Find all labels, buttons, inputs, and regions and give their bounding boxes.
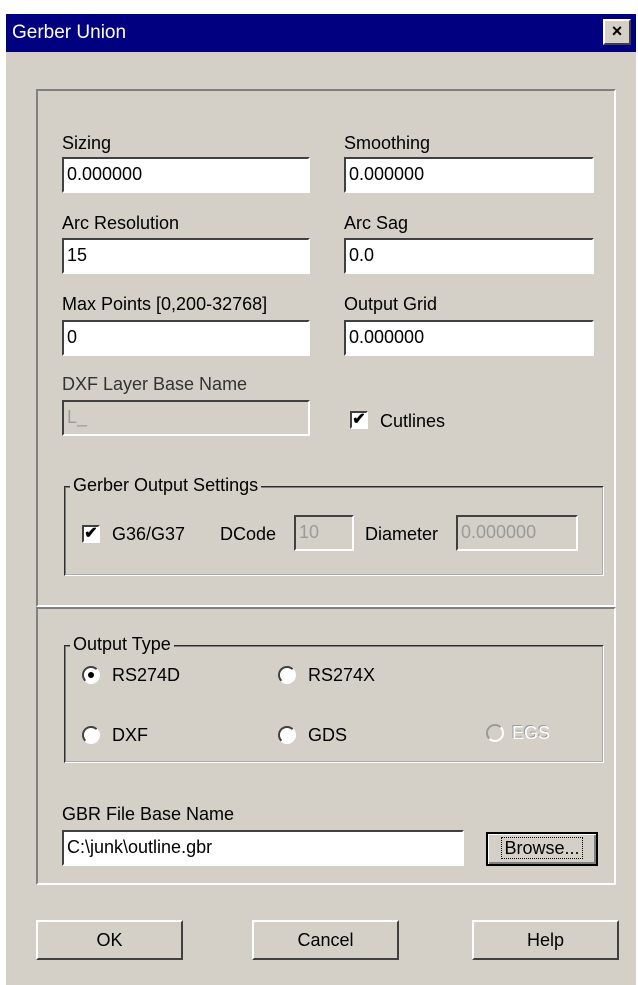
egs-label: EGS (512, 723, 551, 743)
rs274d-radio[interactable] (82, 666, 100, 684)
smoothing-input[interactable]: 0.000000 (344, 157, 594, 193)
gerber-output-settings-title: Gerber Output Settings (70, 475, 262, 496)
dcode-input: 10 (294, 515, 354, 551)
checkmark-icon: ✔ (84, 525, 98, 542)
gerber-union-dialog: Gerber Union × Sizing 0.000000 Smoothing… (4, 12, 636, 985)
output-type-group: Output Type RS274D RS274X DXF GDS EGS (64, 634, 604, 763)
arc-resolution-input[interactable]: 15 (62, 238, 310, 274)
dcode-label: DCode (220, 524, 277, 544)
sizing-label: Sizing (62, 133, 112, 153)
smoothing-label: Smoothing (344, 133, 431, 153)
checkmark-icon: ✔ (352, 411, 366, 428)
cutlines-checkbox[interactable]: ✔ (350, 411, 368, 429)
gerber-output-settings-group: Gerber Output Settings ✔ G36/G37 DCode 1… (64, 475, 604, 576)
dxf-layer-base-name-input: L_ (62, 400, 310, 436)
diameter-label: Diameter (365, 524, 439, 544)
cancel-button[interactable]: Cancel (252, 920, 399, 960)
output-grid-input[interactable]: 0.000000 (344, 320, 594, 356)
sizing-input[interactable]: 0.000000 (62, 157, 310, 193)
arc-sag-input[interactable]: 0.0 (344, 238, 594, 274)
rs274d-label[interactable]: RS274D (112, 665, 180, 686)
help-button[interactable]: Help (472, 920, 619, 960)
window-title: Gerber Union (12, 22, 127, 43)
gbr-file-base-name-input[interactable]: C:\junk\outline.gbr (62, 830, 464, 866)
egs-radio (486, 724, 504, 742)
arc-sag-label: Arc Sag (344, 213, 409, 233)
dxf-label[interactable]: DXF (112, 725, 148, 746)
gds-radio[interactable] (278, 726, 296, 744)
browse-button-label: Browse... (501, 837, 583, 859)
diameter-input: 0.000000 (456, 515, 578, 551)
dxf-radio[interactable] (82, 726, 100, 744)
output-grid-label: Output Grid (344, 294, 438, 314)
settings-panel: Sizing 0.000000 Smoothing 0.000000 Arc R… (36, 89, 616, 607)
ok-button-label: OK (96, 930, 123, 950)
cancel-button-label: Cancel (297, 930, 354, 950)
gds-label[interactable]: GDS (308, 725, 347, 746)
close-button[interactable]: × (603, 19, 631, 45)
max-points-input[interactable]: 0 (62, 320, 310, 356)
dxf-layer-base-name-label: DXF Layer Base Name (62, 374, 248, 394)
rs274x-radio[interactable] (278, 666, 296, 684)
rs274x-label[interactable]: RS274X (308, 665, 375, 686)
g36-g37-label[interactable]: G36/G37 (112, 524, 185, 545)
g36-g37-checkbox[interactable]: ✔ (82, 525, 100, 543)
cutlines-label[interactable]: Cutlines (380, 411, 445, 432)
browse-button[interactable]: Browse... (486, 832, 598, 866)
help-button-label: Help (526, 930, 565, 950)
output-panel: Output Type RS274D RS274X DXF GDS EGS GB… (36, 607, 616, 885)
title-bar[interactable]: Gerber Union × (6, 14, 636, 52)
ok-button[interactable]: OK (36, 920, 183, 960)
gbr-file-base-name-label: GBR File Base Name (62, 804, 235, 824)
max-points-label: Max Points [0,200-32768] (62, 294, 268, 314)
output-type-title: Output Type (70, 634, 174, 655)
arc-resolution-label: Arc Resolution (62, 213, 180, 233)
close-icon: × (611, 21, 623, 41)
